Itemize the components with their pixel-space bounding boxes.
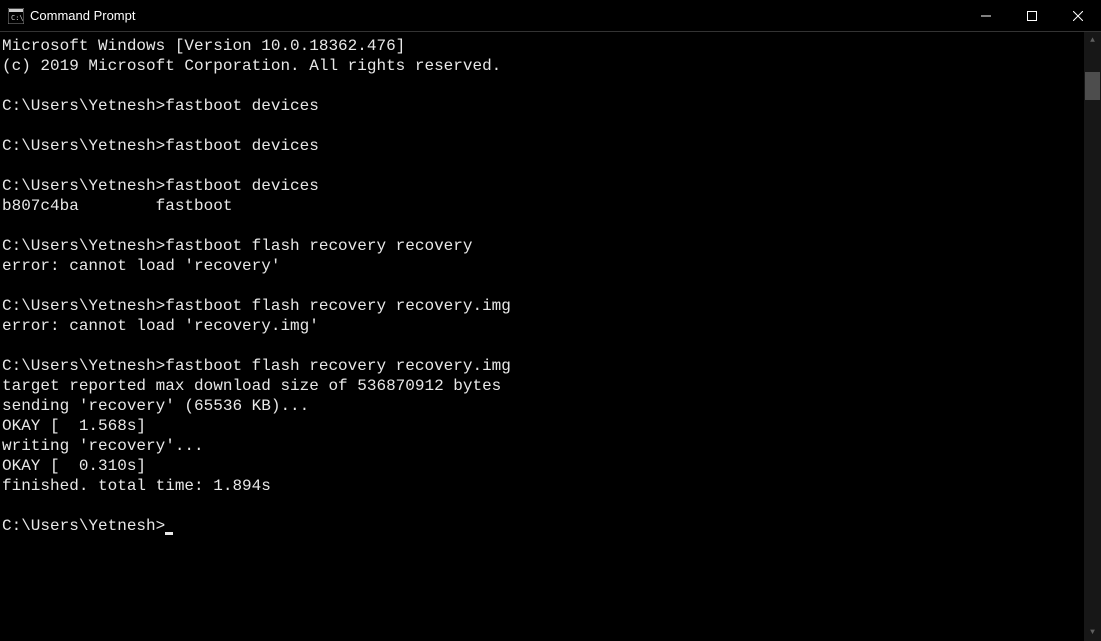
terminal-line: C:\Users\Yetnesh>fastboot devices — [2, 96, 1082, 116]
window-title: Command Prompt — [30, 8, 135, 23]
maximize-button[interactable] — [1009, 0, 1055, 32]
terminal-line — [2, 276, 1082, 296]
terminal-line — [2, 116, 1082, 136]
scroll-up-icon[interactable]: ▲ — [1084, 32, 1101, 49]
terminal-line: b807c4ba fastboot — [2, 196, 1082, 216]
terminal-line: C:\Users\Yetnesh>fastboot devices — [2, 176, 1082, 196]
cursor — [165, 532, 173, 535]
window-controls — [963, 0, 1101, 31]
terminal-line: writing 'recovery'... — [2, 436, 1082, 456]
titlebar: C:\ Command Prompt — [0, 0, 1101, 32]
terminal-line — [2, 336, 1082, 356]
terminal-line — [2, 216, 1082, 236]
terminal-line: OKAY [ 1.568s] — [2, 416, 1082, 436]
terminal-line: C:\Users\Yetnesh>fastboot flash recovery… — [2, 356, 1082, 376]
scroll-down-icon[interactable]: ▼ — [1084, 624, 1101, 641]
terminal-line — [2, 76, 1082, 96]
terminal-line: C:\Users\Yetnesh>fastboot devices — [2, 136, 1082, 156]
terminal-content[interactable]: Microsoft Windows [Version 10.0.18362.47… — [0, 32, 1084, 641]
terminal-line: error: cannot load 'recovery.img' — [2, 316, 1082, 336]
terminal-area: Microsoft Windows [Version 10.0.18362.47… — [0, 32, 1101, 641]
scroll-thumb[interactable] — [1085, 72, 1100, 100]
terminal-line: Microsoft Windows [Version 10.0.18362.47… — [2, 36, 1082, 56]
terminal-line: C:\Users\Yetnesh> — [2, 516, 1082, 536]
close-button[interactable] — [1055, 0, 1101, 32]
minimize-button[interactable] — [963, 0, 1009, 32]
terminal-line — [2, 156, 1082, 176]
terminal-line: finished. total time: 1.894s — [2, 476, 1082, 496]
terminal-line: C:\Users\Yetnesh>fastboot flash recovery… — [2, 296, 1082, 316]
terminal-line — [2, 496, 1082, 516]
terminal-line: OKAY [ 0.310s] — [2, 456, 1082, 476]
scrollbar[interactable]: ▲ ▼ — [1084, 32, 1101, 641]
cmd-icon: C:\ — [8, 8, 24, 24]
terminal-line: (c) 2019 Microsoft Corporation. All righ… — [2, 56, 1082, 76]
terminal-line: C:\Users\Yetnesh>fastboot flash recovery… — [2, 236, 1082, 256]
terminal-line: target reported max download size of 536… — [2, 376, 1082, 396]
terminal-line: error: cannot load 'recovery' — [2, 256, 1082, 276]
terminal-line: sending 'recovery' (65536 KB)... — [2, 396, 1082, 416]
svg-text:C:\: C:\ — [11, 14, 24, 22]
titlebar-left: C:\ Command Prompt — [8, 8, 135, 24]
